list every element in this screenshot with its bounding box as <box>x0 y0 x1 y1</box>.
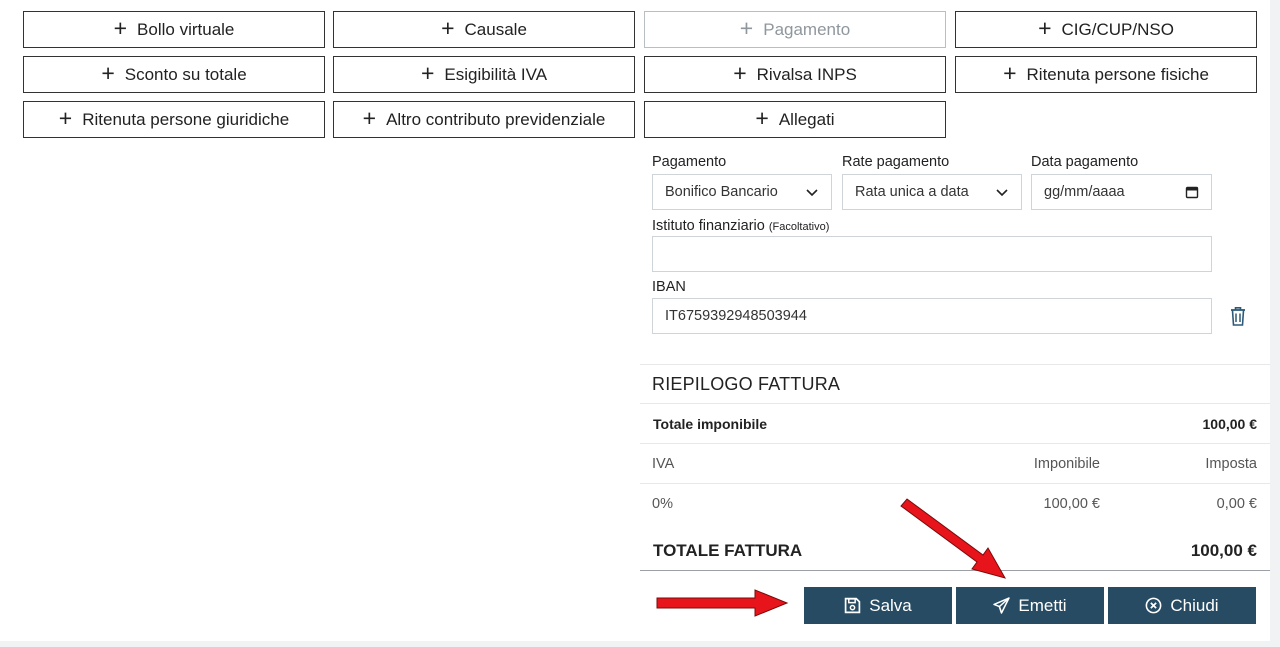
plus-icon: + <box>1038 15 1052 41</box>
plus-icon: + <box>113 15 128 41</box>
iban-value: IT6759392948503944 <box>665 308 807 324</box>
payment-method-label: Pagamento <box>652 154 727 170</box>
button-label: Sconto su totale <box>124 64 247 84</box>
add-esigibilita-iva-button[interactable]: + Esigibilità IVA <box>333 56 635 93</box>
installments-label: Rate pagamento <box>842 154 950 170</box>
payment-method-select[interactable]: Bonifico Bancario <box>652 174 832 210</box>
plus-icon: + <box>755 105 769 131</box>
add-causale-button[interactable]: + Causale <box>333 11 635 48</box>
payment-date-input[interactable]: gg/mm/aaaa <box>1031 174 1212 210</box>
annotation-arrow-right <box>656 589 789 617</box>
button-label: Pagamento <box>763 19 851 39</box>
iban-label: IBAN <box>652 279 686 295</box>
annotation-arrow-diagonal <box>900 498 1007 579</box>
close-circle-icon <box>1145 597 1162 614</box>
iva-rate-cell: 0% <box>652 496 673 512</box>
total-value: 100,00 € <box>1190 541 1257 560</box>
payment-date-label: Data pagamento <box>1031 154 1139 170</box>
taxable-value: 100,00 € <box>1202 416 1258 432</box>
save-button[interactable]: Salva <box>804 587 952 624</box>
taxable-label: Totale imponibile <box>653 416 768 432</box>
plus-icon: + <box>58 105 73 131</box>
invoice-panel: + Bollo virtuale + Causale + Pagamento +… <box>0 0 1270 641</box>
button-label: Allegati <box>778 109 835 129</box>
installments-select[interactable]: Rata unica a data <box>842 174 1022 210</box>
add-ritenuta-fisiche-button[interactable]: + Ritenuta persone fisiche <box>955 56 1257 93</box>
plus-icon: + <box>1003 60 1017 86</box>
plus-icon: + <box>420 60 435 86</box>
add-pagamento-button[interactable]: + Pagamento <box>644 11 946 48</box>
button-label: Bollo virtuale <box>137 19 235 39</box>
button-label: Ritenuta persone giuridiche <box>82 109 290 129</box>
plus-icon: + <box>733 60 747 86</box>
imponibile-column-header: Imponibile <box>1033 456 1100 472</box>
calendar-icon[interactable] <box>1185 185 1199 199</box>
save-label: Salva <box>869 595 912 615</box>
button-label: Ritenuta persone fisiche <box>1026 64 1209 84</box>
button-label: Rivalsa INPS <box>756 64 857 84</box>
add-sconto-totale-button[interactable]: + Sconto su totale <box>23 56 325 93</box>
summary-title: RIEPILOGO FATTURA <box>652 374 841 394</box>
iva-column-header: IVA <box>652 456 675 472</box>
chevron-down-icon <box>806 189 818 197</box>
add-ritenuta-giuridiche-button[interactable]: + Ritenuta persone giuridiche <box>23 101 325 138</box>
add-allegati-button[interactable]: + Allegati <box>644 101 946 138</box>
divider <box>640 443 1270 444</box>
plus-icon: + <box>441 15 455 41</box>
installments-value: Rata unica a data <box>855 184 969 200</box>
total-label: TOTALE FATTURA <box>653 541 803 560</box>
imposta-column-header: Imposta <box>1205 456 1257 472</box>
iban-input[interactable]: IT6759392948503944 <box>652 298 1212 334</box>
add-altro-contributo-button[interactable]: + Altro contributo previdenziale <box>333 101 635 138</box>
button-label: Esigibilità IVA <box>444 64 548 84</box>
institute-label: Istituto finanziario (Facoltativo) <box>652 218 829 234</box>
plus-icon: + <box>101 60 115 86</box>
button-label: Altro contributo previdenziale <box>386 109 606 129</box>
paper-plane-icon <box>993 597 1011 614</box>
divider <box>640 364 1270 365</box>
button-label: Causale <box>464 19 527 39</box>
close-button[interactable]: Chiudi <box>1108 587 1256 624</box>
floppy-disk-icon <box>844 597 861 614</box>
institute-label-text: Istituto finanziario <box>652 218 765 234</box>
plus-icon: + <box>362 105 377 131</box>
divider <box>640 483 1270 484</box>
add-bollo-virtuale-button[interactable]: + Bollo virtuale <box>23 11 325 48</box>
imposta-cell: 0,00 € <box>1216 496 1257 512</box>
trash-icon[interactable] <box>1229 305 1247 327</box>
divider <box>640 403 1270 404</box>
emit-label: Emetti <box>1018 595 1067 615</box>
emit-button[interactable]: Emetti <box>956 587 1104 624</box>
add-cig-cup-nso-button[interactable]: + CIG/CUP/NSO <box>955 11 1257 48</box>
close-label: Chiudi <box>1170 595 1219 615</box>
plus-icon: + <box>739 15 754 41</box>
button-label: CIG/CUP/NSO <box>1061 19 1174 39</box>
institute-optional-note: (Facoltativo) <box>768 221 830 233</box>
payment-date-value: gg/mm/aaaa <box>1044 184 1125 200</box>
institute-input[interactable] <box>652 236 1212 272</box>
add-rivalsa-inps-button[interactable]: + Rivalsa INPS <box>644 56 946 93</box>
chevron-down-icon <box>996 189 1008 197</box>
payment-method-value: Bonifico Bancario <box>665 184 778 200</box>
